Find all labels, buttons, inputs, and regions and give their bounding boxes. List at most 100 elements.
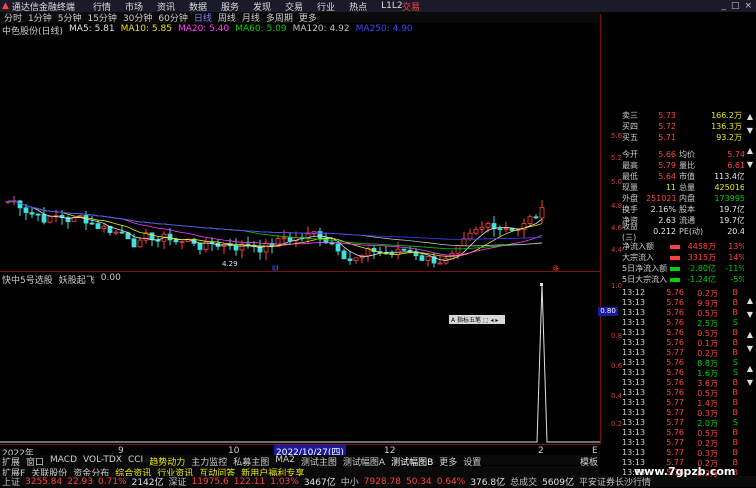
tab-fund-distribution[interactable]: 资金分布 [71,466,111,479]
tick-price: 5.77 [666,398,684,407]
period-tab-15min[interactable]: 15分钟 [87,11,116,24]
tick-row: 13:13 5.76 2.5万 S [622,318,746,328]
tick-side: B [732,448,739,457]
quote-stat-row: 现量 11 总量 425016 [622,182,746,193]
tab-new-user-benefits[interactable]: 新用户福利专享 [239,466,306,479]
close-button[interactable]: × [744,1,752,11]
tab-test-main[interactable]: 测试主图 [299,455,339,468]
tick-price: 5.76 [666,308,684,317]
arrow-down-icon[interactable]: ▼ [745,160,755,170]
tab-ma2[interactable]: MA2 [273,455,297,465]
candle-body [167,233,173,241]
stat-label: 外盘 [622,194,638,203]
flow-bar [670,244,680,249]
period-tab-60min[interactable]: 60分钟 [158,11,187,24]
tab-test-sub-a[interactable]: 测试幅图A [341,455,387,468]
flow-label: 大宗流入 [622,253,654,262]
sub-indicator-desc: 妖股起飞 [58,276,95,286]
candle-body [539,207,545,219]
sub-indicator-name: 快中5号选股 [2,276,53,286]
sz-label: 深证 [168,478,187,488]
arrow-down-icon[interactable]: ▼ [745,126,755,136]
indicator-float-toolbar[interactable]: A 指标五笔 ⬚ ◂ ▸ [449,315,505,324]
tab-window[interactable]: 窗口 [24,455,46,468]
period-tab-5min[interactable]: 5分钟 [58,11,82,24]
arrow-up-icon[interactable]: ▲ [745,296,755,306]
tick-time: 13:13 [622,318,646,327]
period-tab-timeshare[interactable]: 分时 [4,11,22,24]
tick-volume: 0.5万 [697,329,718,338]
tick-row: 13:13 5.76 0.1万 B [622,338,746,348]
quote-stat-row: 最高 5.79 量比 6.61 [622,160,746,171]
period-tab-monthly[interactable]: 月线 [242,11,260,24]
trade-shortcut[interactable]: 交易 [402,0,426,13]
tab-settings[interactable]: 设置 [461,455,483,468]
total-value: 5609亿 [542,478,575,488]
arrow-down-icon[interactable]: ▼ [745,310,755,320]
tick-row: 13:13 5.76 0.5万 B [622,428,746,438]
flow-percent: 14% [728,253,746,262]
tab-macd[interactable]: MACD [48,455,79,465]
arrow-down-icon[interactable]: ▼ [745,344,755,354]
period-tab-multi[interactable]: 多周期 [266,11,293,24]
tab-vol-tdx[interactable]: VOL-TDX [81,455,124,465]
stat-label: 今开 [622,150,638,159]
sub-price-tag: 0.80 [598,307,618,316]
period-tab-weekly[interactable]: 周线 [218,11,236,24]
tick-time: 13:13 [622,418,646,427]
fund-flow-row: 5日净流入额 -2.80亿 -11% [622,263,746,274]
period-tab-30min[interactable]: 30分钟 [123,11,152,24]
arrow-up-icon[interactable]: ▲ [745,364,755,374]
arrow-down-icon[interactable]: ▼ [745,378,755,388]
tab-trend-power[interactable]: 趋势动力 [147,455,187,468]
arrow-up-icon[interactable]: ▲ [745,112,755,122]
sh-change: 22.93 [67,476,93,487]
tab-template[interactable]: 模板 [578,455,600,468]
kline-chart[interactable]: 4.29 [0,34,600,270]
tab-more[interactable]: 更多 [437,455,459,468]
candle-body [473,228,479,234]
total-label: 总成交 [510,478,538,488]
tab-extend[interactable]: 扩展 [0,455,22,468]
maximize-button[interactable]: □ [731,1,740,11]
tick-side: B [732,388,739,397]
tick-side: B [732,298,739,307]
event-marker-rise[interactable]: 涨 [552,264,559,274]
minimize-button[interactable]: _ [721,1,726,11]
tick-price: 5.76 [666,298,684,307]
tick-time: 13:13 [622,428,646,437]
tick-time: 13:12 [622,288,646,297]
tab-test-sub-b[interactable]: 测试幅图B [389,455,435,468]
candle-body [149,232,155,241]
flow-value: -2.80亿 [687,264,716,273]
flow-percent: 13% [728,242,746,251]
menu-item-hot[interactable]: 热点 [349,0,367,13]
period-tab-daily[interactable]: 日线 [194,11,212,24]
tab-cci[interactable]: CCI [126,455,145,465]
candle-body [137,239,143,248]
tab-related-stocks[interactable]: 关联股份 [29,466,69,479]
candle-body [425,256,431,261]
tick-side: B [732,408,739,417]
tab-private-main[interactable]: 私募主图 [231,455,271,468]
candle-body [401,248,407,251]
candle-body [533,216,539,219]
period-tab-more[interactable]: 更多 [299,11,317,24]
tab-qa[interactable]: 互动问答 [197,466,237,479]
sub-indicator-chart[interactable] [0,283,600,443]
arrow-up-icon[interactable]: ▲ [745,330,755,340]
sz-percent: 1.03% [270,476,299,487]
stat-value: 11 [665,183,676,192]
period-bar: 分时 1分钟 5分钟 15分钟 30分钟 60分钟 日线 周线 月线 多周期 更… [0,11,600,24]
tick-row: 13:13 5.76 3.6万 B [622,378,746,388]
menu-item-industry[interactable]: 行业 [317,0,335,13]
period-tab-1min[interactable]: 1分钟 [28,11,52,24]
tick-price: 5.76 [666,358,684,367]
event-marker-finance[interactable]: 财 [272,264,279,274]
tick-volume: 1.4万 [697,399,718,408]
menu-item-l1l2[interactable]: L1L2 [381,1,402,11]
trade-button[interactable]: 交易 [402,0,420,13]
tab-main-monitor[interactable]: 主力监控 [189,455,229,468]
arrow-up-icon[interactable]: ▲ [745,146,755,156]
tick-volume: 0.5万 [697,309,718,318]
